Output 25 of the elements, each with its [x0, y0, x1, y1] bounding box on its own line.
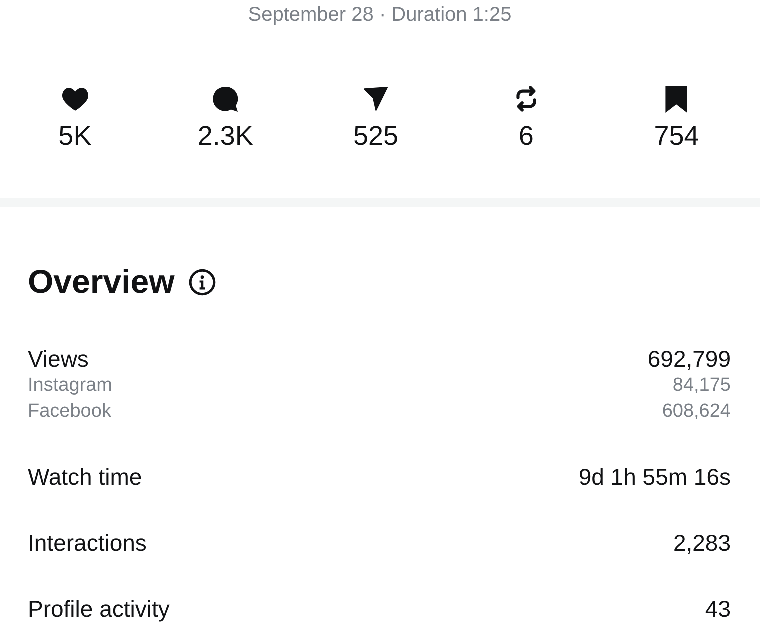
heart-icon [62, 88, 89, 110]
source-label: Facebook [28, 400, 112, 424]
stat-count: 6 [518, 121, 534, 151]
source-value: 84,175 [672, 374, 731, 398]
stat-count: 754 [654, 121, 700, 151]
post-date-duration: September 28 · Duration 1:25 [248, 3, 512, 28]
metric-value: 692,799 [648, 345, 731, 373]
metric-label: Interactions [28, 529, 147, 557]
metric-label: Views [28, 345, 89, 373]
stat-count: 2.3K [198, 121, 254, 151]
paper-plane-icon [362, 87, 389, 111]
info-icon[interactable] [188, 268, 216, 296]
metric-label: Profile activity [28, 595, 170, 623]
repost-icon [514, 86, 538, 112]
metric-value: 9d 1h 55m 16s [578, 463, 731, 491]
source-value: 608,624 [662, 400, 731, 424]
metric-value: 2,283 [673, 529, 731, 557]
source-label: Instagram [28, 374, 112, 398]
bookmark-icon [665, 86, 688, 112]
speech-bubble-icon [213, 86, 238, 112]
metric-value: 43 [705, 595, 731, 623]
stat-count: 5K [58, 121, 92, 151]
stat-count: 525 [353, 121, 399, 151]
metric-label: Watch time [28, 463, 142, 491]
section-title: Overview [28, 262, 175, 302]
